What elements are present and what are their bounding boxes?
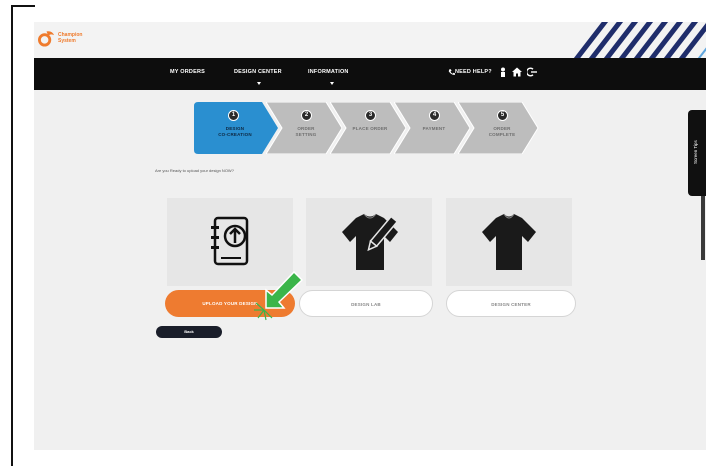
step-label-line1: PLACE ORDER (352, 126, 388, 131)
frame-edge (11, 5, 13, 466)
screen-tips-label: Screen Tips (693, 140, 698, 164)
step-label: PAYMENT (410, 126, 458, 132)
step-label: ORDER SETTING (282, 126, 330, 138)
step-label: DESIGN CO-CREATION (206, 126, 264, 138)
need-help-link[interactable]: NEED HELP? (455, 69, 492, 75)
brand-name-line2: System (58, 38, 76, 44)
side-scroll-indicator (701, 196, 705, 260)
design-lab-card[interactable] (306, 198, 432, 286)
header: Champion System (34, 22, 706, 58)
jersey-icon (482, 213, 536, 270)
screen-tips-tab[interactable]: Screen Tips (688, 110, 706, 196)
upload-question: Are you Ready to upload your design NOW? (155, 168, 234, 173)
brand-name: Champion System (58, 32, 88, 44)
frame-corner (11, 5, 35, 7)
step-label-line2: CO-CREATION (218, 132, 252, 137)
step-label-line2: SETTING (295, 132, 317, 137)
step-label-line2: COMPLETE (488, 132, 516, 137)
jersey-edit-icon (342, 213, 399, 270)
design-center-card[interactable] (446, 198, 572, 286)
design-center-button[interactable]: DESIGN CENTER (446, 290, 576, 317)
brand-logo[interactable]: Champion System (38, 26, 88, 50)
chevron-down-icon (330, 82, 334, 85)
logout-icon[interactable] (527, 67, 537, 77)
app-screen: Champion System MY ORDERS DESIGN CENTER … (34, 22, 706, 450)
chevron-down-icon (257, 82, 261, 85)
pointer-arrow-icon (254, 270, 304, 321)
page: Champion System MY ORDERS DESIGN CENTER … (0, 0, 712, 466)
nav-design-center[interactable]: DESIGN CENTER (234, 69, 282, 75)
decorative-stripes (573, 22, 706, 58)
champion-logo-icon (38, 31, 55, 47)
phone-icon (448, 69, 455, 75)
step-number: 5 (497, 110, 508, 121)
step-label-line1: PAYMENT (422, 126, 446, 131)
nav-information[interactable]: INFORMATION (308, 69, 349, 75)
step-number: 1 (228, 110, 239, 121)
step-number: 3 (365, 110, 376, 121)
main-nav: MY ORDERS DESIGN CENTER INFORMATION NEED… (34, 58, 706, 90)
step-order-complete[interactable]: 5 ORDER COMPLETE (458, 102, 542, 154)
home-icon[interactable] (512, 67, 522, 77)
nav-my-orders[interactable]: MY ORDERS (170, 69, 205, 75)
progress-steps: 1 DESIGN CO-CREATION 2 ORDER SETTING 3 P… (194, 102, 574, 154)
back-button[interactable]: Back (156, 326, 222, 338)
design-lab-button[interactable]: DESIGN LAB (299, 290, 433, 317)
step-label: PLACE ORDER (344, 126, 396, 132)
user-icon[interactable] (498, 67, 508, 77)
step-number: 2 (301, 110, 312, 121)
step-label: ORDER COMPLETE (476, 126, 528, 138)
step-number: 4 (429, 110, 440, 121)
